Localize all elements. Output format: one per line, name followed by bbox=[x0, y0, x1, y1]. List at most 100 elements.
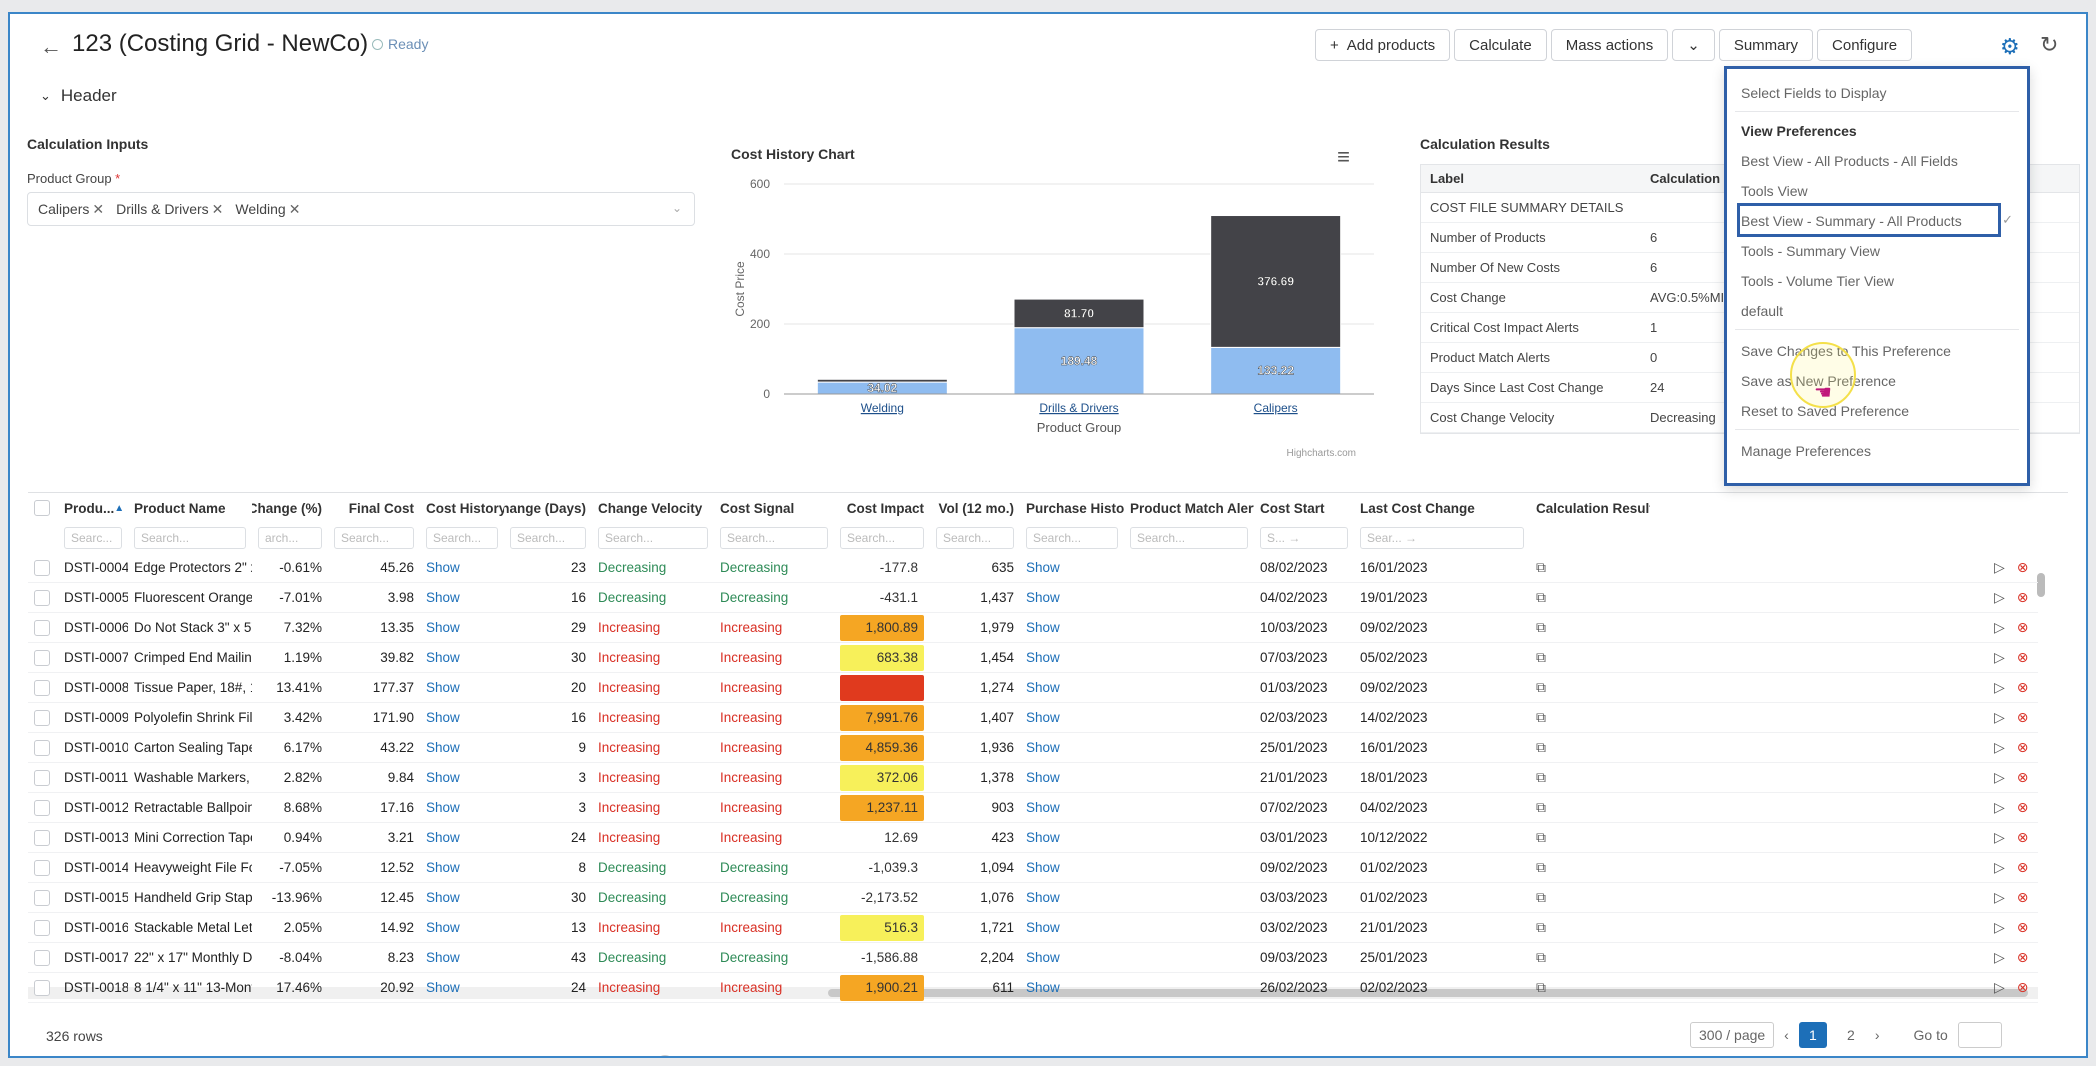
cost-history-cell[interactable]: Show bbox=[420, 943, 504, 972]
cost-history-link[interactable]: Show bbox=[426, 950, 460, 965]
add-products-button[interactable]: + Add products bbox=[1315, 29, 1451, 61]
row-checkbox[interactable] bbox=[34, 649, 50, 666]
column-search-input[interactable]: Search... bbox=[510, 527, 586, 549]
pref-default[interactable]: default bbox=[1741, 303, 1783, 319]
external-link-icon[interactable]: ⧉ bbox=[1536, 649, 1546, 666]
close-circle-icon[interactable]: ⊗ bbox=[2017, 769, 2029, 786]
purchase-history-link[interactable]: Show bbox=[1026, 560, 1060, 575]
chip-welding[interactable]: Welding ✕ bbox=[235, 201, 300, 218]
column-header[interactable]: Product Name bbox=[128, 493, 252, 523]
cost-history-cell[interactable]: Show bbox=[420, 913, 504, 942]
column-search-input[interactable]: Search... bbox=[720, 527, 828, 549]
cost-history-cell[interactable]: Show bbox=[420, 703, 504, 732]
column-search-input[interactable]: Search... bbox=[840, 527, 924, 549]
cost-history-cell[interactable]: Show bbox=[420, 883, 504, 912]
select-fields-item[interactable]: Select Fields to Display bbox=[1741, 85, 1887, 101]
purchase-history-cell[interactable]: Show bbox=[1020, 613, 1124, 642]
cost-history-cell[interactable]: Show bbox=[420, 583, 504, 612]
external-link-icon[interactable]: ⧉ bbox=[1536, 679, 1546, 696]
cost-history-cell[interactable]: Show bbox=[420, 733, 504, 762]
column-header[interactable]: Last Cost Change bbox=[1354, 493, 1530, 523]
chip-remove-icon[interactable]: ✕ bbox=[289, 201, 301, 217]
send-icon[interactable]: ▷ bbox=[1994, 709, 2005, 726]
column-header[interactable]: Cost Start bbox=[1254, 493, 1354, 523]
calc-results-cell[interactable]: ⧉ bbox=[1530, 793, 1650, 822]
close-circle-icon[interactable]: ⊗ bbox=[2017, 889, 2029, 906]
pref-best-view-all-fields[interactable]: Best View - All Products - All Fields bbox=[1741, 153, 1958, 169]
calc-results-cell[interactable]: ⧉ bbox=[1530, 913, 1650, 942]
chip-remove-icon[interactable]: ✕ bbox=[212, 201, 224, 217]
close-circle-icon[interactable]: ⊗ bbox=[2017, 649, 2029, 666]
purchase-history-cell[interactable]: Show bbox=[1020, 643, 1124, 672]
calculate-button[interactable]: Calculate bbox=[1454, 29, 1547, 61]
purchase-history-cell[interactable]: Show bbox=[1020, 703, 1124, 732]
calc-results-cell[interactable]: ⧉ bbox=[1530, 733, 1650, 762]
row-checkbox[interactable] bbox=[34, 919, 50, 936]
calc-results-cell[interactable]: ⧉ bbox=[1530, 643, 1650, 672]
send-icon[interactable]: ▷ bbox=[1994, 739, 2005, 756]
row-checkbox[interactable] bbox=[34, 739, 50, 756]
calc-results-cell[interactable]: ⧉ bbox=[1530, 943, 1650, 972]
configure-button[interactable]: Configure bbox=[1817, 29, 1913, 61]
column-header[interactable]: Product Match Alert bbox=[1124, 493, 1254, 523]
column-header[interactable]: Cost History bbox=[420, 493, 504, 523]
external-link-icon[interactable]: ⧉ bbox=[1536, 859, 1546, 876]
manage-preferences-item[interactable]: Manage Preferences bbox=[1741, 443, 1871, 459]
external-link-icon[interactable]: ⧉ bbox=[1536, 829, 1546, 846]
row-checkbox[interactable] bbox=[34, 709, 50, 726]
cost-history-link[interactable]: Show bbox=[426, 650, 460, 665]
external-link-icon[interactable]: ⧉ bbox=[1536, 739, 1546, 756]
send-icon[interactable]: ▷ bbox=[1994, 619, 2005, 636]
purchase-history-link[interactable]: Show bbox=[1026, 710, 1060, 725]
row-checkbox-cell[interactable] bbox=[28, 823, 58, 852]
row-checkbox-cell[interactable] bbox=[28, 673, 58, 702]
send-icon[interactable]: ▷ bbox=[1994, 949, 2005, 966]
send-icon[interactable]: ▷ bbox=[1994, 589, 2005, 606]
purchase-history-cell[interactable]: Show bbox=[1020, 823, 1124, 852]
cost-history-link[interactable]: Show bbox=[426, 740, 460, 755]
cost-history-link[interactable]: Show bbox=[426, 770, 460, 785]
column-search-input[interactable]: Search... bbox=[426, 527, 498, 549]
cost-history-link[interactable]: Show bbox=[426, 590, 460, 605]
cost-history-link[interactable]: Show bbox=[426, 800, 460, 815]
cost-history-link[interactable]: Show bbox=[426, 860, 460, 875]
cost-history-link[interactable]: Show bbox=[426, 680, 460, 695]
calc-results-cell[interactable]: ⧉ bbox=[1530, 553, 1650, 582]
purchase-history-link[interactable]: Show bbox=[1026, 620, 1060, 635]
calc-results-cell[interactable]: ⧉ bbox=[1530, 703, 1650, 732]
close-circle-icon[interactable]: ⊗ bbox=[2017, 559, 2029, 576]
header-section-toggle[interactable]: ⌄ Header bbox=[40, 86, 117, 106]
header-checkbox-cell[interactable] bbox=[28, 493, 58, 523]
column-search-input[interactable]: Searc... bbox=[64, 527, 122, 549]
column-header[interactable]: Vol (12 mo.) bbox=[930, 493, 1020, 523]
cost-history-link[interactable]: Show bbox=[426, 920, 460, 935]
cost-history-cell[interactable]: Show bbox=[420, 973, 504, 1002]
send-icon[interactable]: ▷ bbox=[1994, 859, 2005, 876]
send-icon[interactable]: ▷ bbox=[1994, 769, 2005, 786]
external-link-icon[interactable]: ⧉ bbox=[1536, 979, 1546, 996]
cost-history-cell[interactable]: Show bbox=[420, 613, 504, 642]
row-checkbox-cell[interactable] bbox=[28, 793, 58, 822]
row-checkbox[interactable] bbox=[34, 799, 50, 816]
close-circle-icon[interactable]: ⊗ bbox=[2017, 859, 2029, 876]
purchase-history-link[interactable]: Show bbox=[1026, 770, 1060, 785]
column-header[interactable]: Change Velocity bbox=[592, 493, 714, 523]
purchase-history-link[interactable]: Show bbox=[1026, 890, 1060, 905]
column-search-input[interactable]: Search... bbox=[134, 527, 246, 549]
chevron-left-icon[interactable]: ‹ bbox=[1784, 1027, 1789, 1043]
column-header[interactable]: Change (Days) bbox=[504, 493, 592, 523]
external-link-icon[interactable]: ⧉ bbox=[1536, 889, 1546, 906]
column-search-input[interactable]: S... → bbox=[1260, 527, 1348, 549]
cost-history-link[interactable]: Show bbox=[426, 560, 460, 575]
row-checkbox-cell[interactable] bbox=[28, 613, 58, 642]
row-checkbox[interactable] bbox=[34, 769, 50, 786]
external-link-icon[interactable]: ⧉ bbox=[1536, 619, 1546, 636]
purchase-history-link[interactable]: Show bbox=[1026, 950, 1060, 965]
calc-results-cell[interactable]: ⧉ bbox=[1530, 613, 1650, 642]
close-circle-icon[interactable]: ⊗ bbox=[2017, 709, 2029, 726]
column-header[interactable]: st Change (%) bbox=[252, 493, 328, 523]
pref-tools-summary-view[interactable]: Tools - Summary View bbox=[1741, 243, 1880, 259]
row-checkbox[interactable] bbox=[34, 619, 50, 636]
row-checkbox-cell[interactable] bbox=[28, 643, 58, 672]
calc-results-cell[interactable]: ⧉ bbox=[1530, 583, 1650, 612]
